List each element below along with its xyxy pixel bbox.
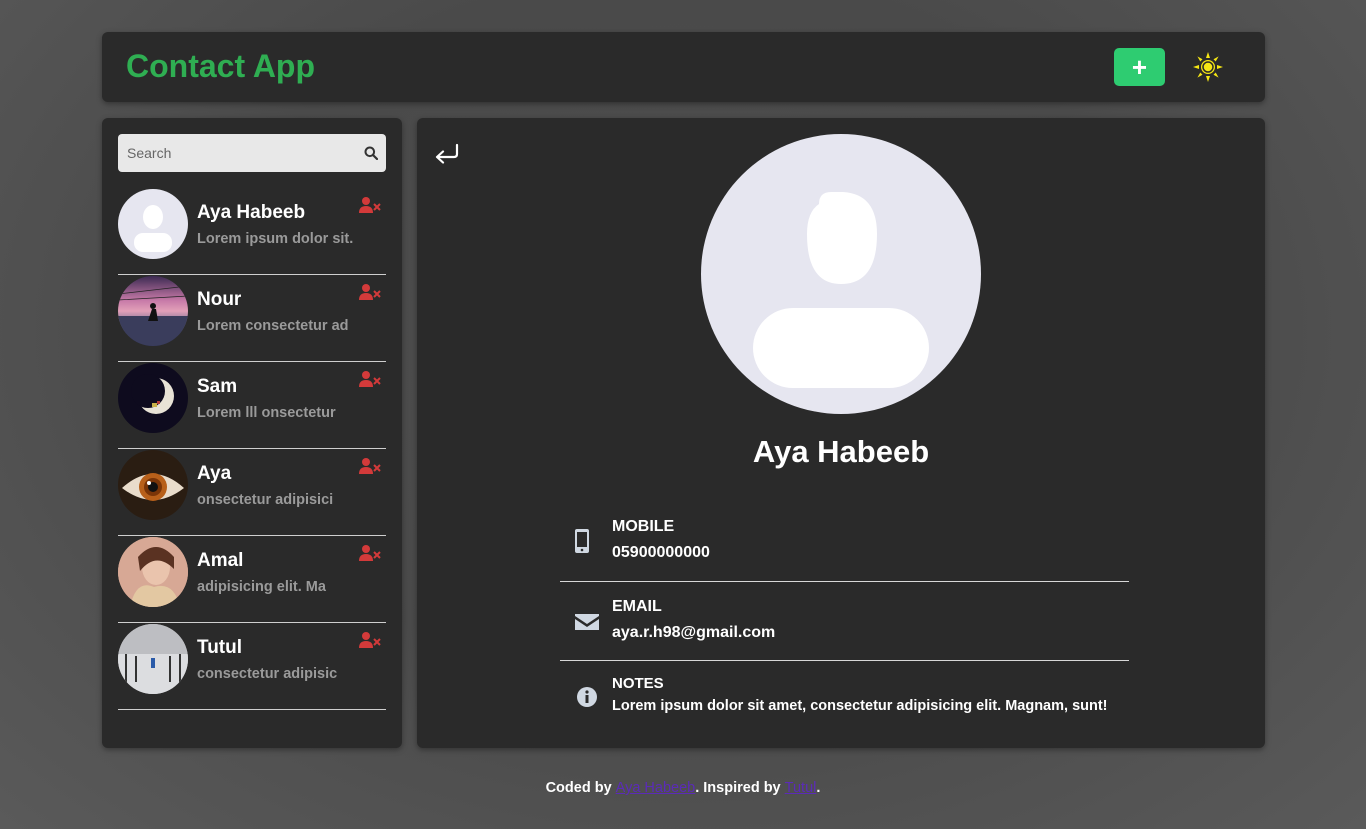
- envelope-icon: [575, 614, 599, 630]
- contacts-sidebar: Aya Habeeb Lorem ipsum dolor sit. Nour: [102, 118, 402, 748]
- delete-contact-icon[interactable]: [359, 457, 381, 475]
- contact-desc: onsectetur adipisici: [197, 492, 334, 508]
- contact-name: Aya Habeeb: [197, 202, 306, 223]
- contact-desc: Lorem consectetur ad: [197, 318, 349, 334]
- delete-contact-icon[interactable]: [359, 283, 381, 301]
- contact-item[interactable]: Aya onsectetur adipisici: [118, 449, 386, 536]
- contact-name: Sam: [197, 376, 238, 397]
- mobile-row: MOBILE 05900000000: [560, 500, 1129, 582]
- email-row: EMAIL aya.r.h98@gmail.com: [560, 582, 1129, 661]
- mobile-phone-icon: [575, 529, 589, 553]
- avatar: [118, 537, 188, 607]
- contact-name: Aya: [197, 463, 232, 484]
- footer: Coded by Aya Habeeb. Inspired by Tutul.: [0, 780, 1366, 796]
- delete-contact-icon[interactable]: [359, 544, 381, 562]
- notes-label: NOTES: [612, 675, 664, 692]
- contact-list: Aya Habeeb Lorem ipsum dolor sit. Nour L…: [118, 188, 386, 710]
- author-link[interactable]: Aya Habeeb: [616, 780, 696, 796]
- contact-name: Nour: [197, 289, 242, 310]
- notes-value: Lorem ipsum dolor sit amet, consectetur …: [612, 698, 1108, 714]
- delete-contact-icon[interactable]: [359, 196, 381, 214]
- theme-toggle-button[interactable]: [1190, 49, 1226, 85]
- add-contact-button[interactable]: +: [1114, 48, 1165, 86]
- contact-detail-panel: Aya Habeeb MOBILE 05900000000 EMAIL aya.…: [417, 118, 1265, 748]
- contact-item[interactable]: Tutul consectetur adipisic: [118, 623, 386, 710]
- info-icon: [577, 687, 597, 707]
- email-label: EMAIL: [612, 598, 662, 615]
- delete-contact-icon[interactable]: [359, 631, 381, 649]
- footer-suffix: .: [816, 780, 821, 796]
- contact-item[interactable]: Sam Lorem lll onsectetur: [118, 362, 386, 449]
- notes-row: NOTES Lorem ipsum dolor sit amet, consec…: [560, 661, 1129, 731]
- app-title: Contact App: [126, 48, 316, 84]
- contact-desc: consectetur adipisic: [197, 666, 338, 682]
- inspired-link[interactable]: Tutul: [785, 780, 817, 796]
- contact-item[interactable]: Amal adipisicing elit. Ma: [118, 536, 386, 623]
- avatar: [118, 276, 188, 346]
- avatar: [118, 189, 188, 259]
- contact-desc: adipisicing elit. Ma: [197, 579, 326, 595]
- avatar: [118, 363, 188, 433]
- footer-prefix: Coded by: [545, 780, 612, 796]
- search-icon[interactable]: [364, 146, 378, 160]
- contact-desc: Lorem lll onsectetur: [197, 405, 336, 421]
- avatar: [118, 624, 188, 694]
- contact-item[interactable]: Aya Habeeb Lorem ipsum dolor sit.: [118, 188, 386, 275]
- mobile-label: MOBILE: [612, 518, 675, 535]
- contact-desc: Lorem ipsum dolor sit.: [197, 231, 354, 247]
- delete-contact-icon[interactable]: [359, 370, 381, 388]
- app-header: Contact App +: [102, 32, 1265, 102]
- email-value[interactable]: aya.r.h98@gmail.com: [612, 624, 775, 642]
- footer-middle: . Inspired by: [695, 780, 781, 796]
- contact-name: Amal: [197, 550, 244, 571]
- contact-avatar-large: [701, 134, 981, 414]
- avatar: [118, 450, 188, 520]
- sun-icon: [1193, 52, 1223, 82]
- contact-item[interactable]: Nour Lorem consectetur ad: [118, 275, 386, 362]
- plus-icon: +: [1131, 52, 1148, 82]
- contact-name: Tutul: [197, 637, 243, 658]
- search-input[interactable]: [118, 134, 348, 172]
- mobile-value[interactable]: 05900000000: [612, 544, 710, 562]
- back-arrow-icon[interactable]: [433, 142, 461, 164]
- contact-detail-name: Aya Habeeb: [752, 434, 930, 469]
- search-box: [118, 134, 386, 172]
